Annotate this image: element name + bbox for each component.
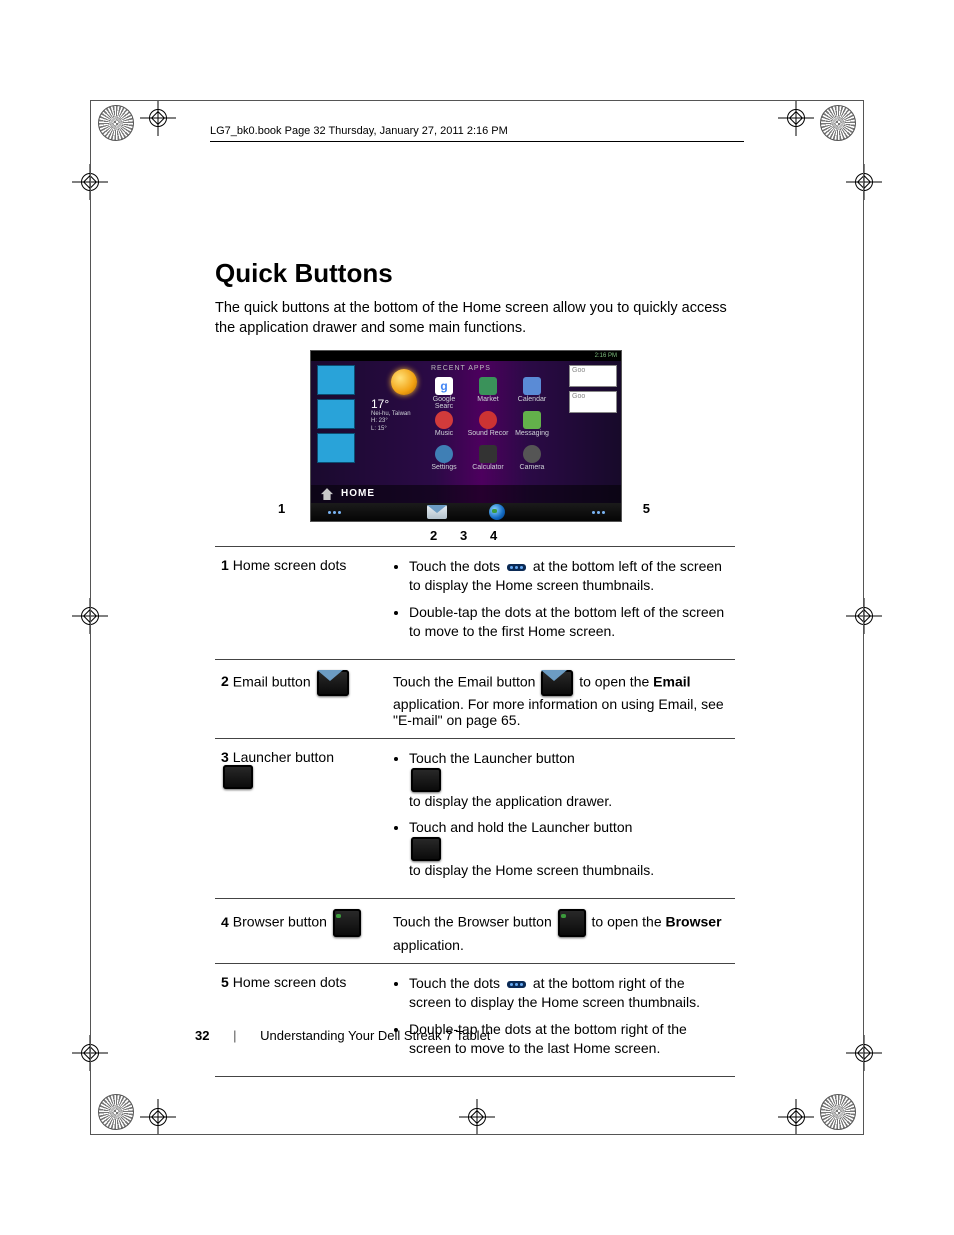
page-footer: 32 | Understanding Your Dell Streak 7 Ta… [195,1028,490,1043]
mail-icon [427,505,447,519]
intro-paragraph: The quick buttons at the bottom of the H… [215,299,735,338]
home-thumb [317,399,355,429]
launcher-icon [459,505,477,519]
dots-icon [507,981,526,988]
recent-apps-grid: gGoogle Searc Market Calendar Music Soun… [423,377,553,477]
globe-icon [558,909,586,937]
callout-1: 1 [278,501,285,516]
row-label: 2Email button [215,659,387,738]
page-number: 32 [195,1028,209,1043]
dots-icon [325,506,343,518]
row-label: 1Home screen dots [215,547,387,660]
google-search-box: Goo [569,365,617,387]
row-label: 3Launcher button [215,738,387,899]
home-label-bar: HOME [311,485,621,503]
running-header: LG7_bk0.book Page 32 Thursday, January 2… [210,125,744,142]
callout-2: 2 [430,528,437,543]
globe-icon [333,909,361,937]
home-thumb [317,433,355,463]
device-screenshot: 1 5 2 3 4 2:16 PM RECENT APPS 17° Nei-hu… [310,350,620,522]
row-label: 4Browser button [215,899,387,964]
page-title: Quick Buttons [215,258,735,289]
callout-3: 3 [460,528,467,543]
callout-4: 4 [490,528,497,543]
quick-buttons-table: 1Home screen dotsTouch the dots at the b… [215,546,735,1077]
row-label: 5Home screen dots [215,964,387,1077]
home-thumb [317,365,355,395]
statusbar: 2:16 PM [311,351,621,361]
row-description: Touch the dots at the bottom right of th… [387,964,735,1077]
globe-icon [489,504,505,520]
dots-icon [589,506,607,518]
mail-icon [317,670,349,696]
mail-icon [541,670,573,696]
google-search-box: Goo [569,391,617,413]
chapter-title: Understanding Your Dell Streak 7 Tablet [260,1028,490,1043]
row-description: Touch the Launcher button to display the… [387,738,735,899]
callout-5: 5 [643,501,650,516]
row-description: Touch the Browser button to open the Bro… [387,899,735,964]
launcher-icon [411,837,441,861]
launcher-icon [411,768,441,792]
dots-icon [507,564,526,571]
row-description: Touch the dots at the bottom left of the… [387,547,735,660]
row-description: Touch the Email button to open the Email… [387,659,735,738]
launcher-icon [223,765,253,789]
